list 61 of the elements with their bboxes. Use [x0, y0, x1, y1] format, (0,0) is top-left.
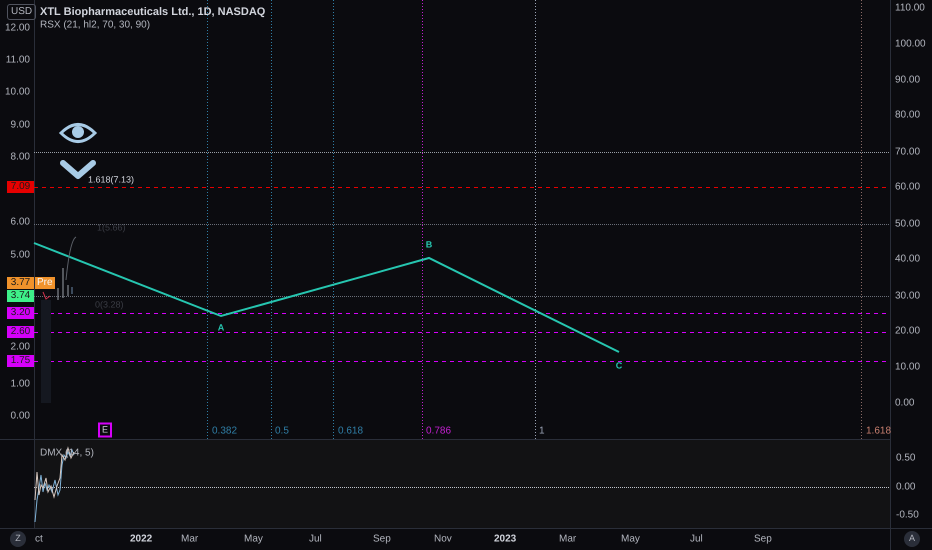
time-axis-label: 2022 — [130, 532, 152, 546]
axis-label: 110.00 — [895, 2, 925, 16]
price-tag: 7.09 — [7, 181, 34, 193]
wave-label: A — [218, 321, 224, 334]
fib-time-label: 0.382 — [212, 424, 238, 438]
axis-label: 80.00 — [895, 108, 920, 122]
time-axis-label: Jul — [309, 532, 322, 546]
fib-time-label: 0.786 — [426, 424, 452, 438]
axis-label: 20.00 — [895, 324, 920, 338]
axis-label: 9.00 — [10, 118, 30, 132]
eye-icon — [60, 123, 96, 143]
price-tag: 3.20 — [7, 307, 34, 319]
indicator-label: RSX (21, hl2, 70, 30, 90) — [40, 18, 150, 32]
axis-label: 70.00 — [895, 146, 920, 160]
axis-label: 10.00 — [895, 360, 920, 374]
axis-label: 8.00 — [10, 150, 30, 164]
time-axis-label: Mar — [559, 532, 576, 546]
axis-label: 12.00 — [4, 22, 30, 36]
scale-button[interactable]: A — [904, 531, 920, 547]
wave-label: C — [616, 359, 622, 372]
axis-label: 100.00 — [895, 38, 926, 52]
axis-label: 90.00 — [895, 74, 920, 88]
time-axis-label: ct — [35, 532, 43, 546]
axis-label: 60.00 — [895, 180, 920, 194]
earnings-marker[interactable]: E — [98, 422, 112, 438]
wave-label: B — [426, 238, 432, 252]
axis-label: 0.00 — [895, 396, 914, 410]
time-axis-label: Sep — [373, 532, 391, 546]
axis-label: 0.50 — [896, 452, 916, 466]
axis-label: 30.00 — [895, 290, 920, 304]
axis-label: 6.00 — [10, 216, 30, 230]
axis-label: 5.00 — [10, 248, 30, 262]
time-axis-label: Mar — [181, 532, 198, 546]
time-axis-label: May — [621, 532, 640, 546]
fib-time-label: 0.5 — [275, 424, 289, 438]
axis-label: 50.00 — [895, 218, 920, 232]
price-tag: 2.60 — [7, 326, 34, 338]
time-axis-label: May — [244, 532, 263, 546]
axis-label: 11.00 — [4, 54, 30, 68]
time-axis-label: Sep — [754, 532, 772, 546]
pre-market-badge: Pre — [35, 277, 55, 289]
axis-label: 10.00 — [4, 86, 30, 100]
time-axis-label: Nov — [434, 532, 452, 546]
axis-label: 1.00 — [10, 378, 30, 392]
price-tag: 3.77 — [7, 277, 34, 289]
axis-label: 0.00 — [896, 480, 916, 494]
price-tag: 1.75 — [7, 355, 34, 367]
axis-label: 0.00 — [10, 410, 30, 424]
time-axis-label: 2023 — [494, 532, 516, 546]
fib-time-label: 0.618 — [338, 424, 364, 438]
axis-label: 2.00 — [10, 340, 30, 354]
scale-button[interactable]: Z — [10, 531, 26, 547]
fib-time-label: 1 — [539, 424, 545, 438]
axis-label: -0.50 — [896, 508, 919, 522]
axis-label: 40.00 — [895, 252, 920, 266]
chart-title: XTL Biopharmaceuticals Ltd., 1D, NASDAQ — [40, 4, 266, 20]
time-axis-label: Jul — [690, 532, 703, 546]
currency-label[interactable]: USD — [7, 4, 36, 20]
fib-level-label: 1.618(7.13) — [88, 173, 134, 186]
fib-time-label: 1.618 — [866, 424, 892, 438]
price-tag: 3.74 — [7, 290, 34, 302]
